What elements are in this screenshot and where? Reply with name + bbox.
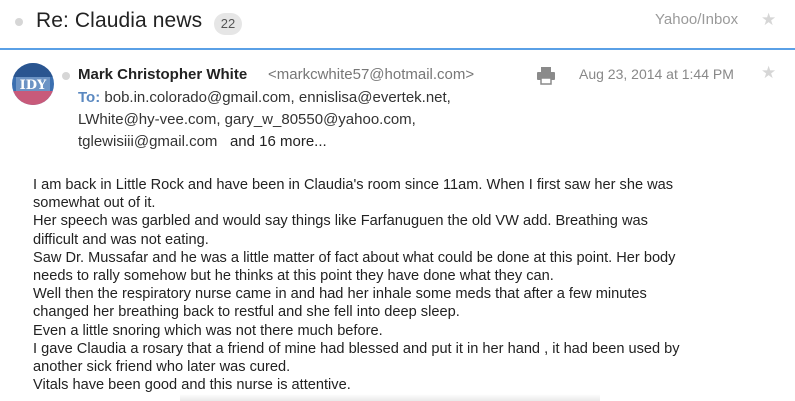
body-line: somewhat out of it.: [33, 195, 156, 212]
body-line: Her speech was garbled and would say thi…: [33, 213, 648, 230]
body-line: Well then the respiratory nurse came in …: [33, 286, 647, 303]
avatar-image: IDY: [12, 63, 54, 105]
body-line: needs to rally somehow but he thinks at …: [33, 268, 554, 285]
sender-name[interactable]: Mark Christopher White: [78, 66, 247, 83]
recipients-row-1: To: bob.in.colorado@gmail.com, ennislisa…: [78, 89, 451, 106]
body-line: Vitals have been good and this nurse is …: [33, 377, 351, 394]
body-line: difficult and was not eating.: [33, 231, 209, 248]
recipients-line-1[interactable]: bob.in.colorado@gmail.com, ennislisa@eve…: [104, 89, 450, 106]
scroll-fade: [180, 394, 600, 401]
recipients-line-3[interactable]: tglewisiii@gmail.com: [78, 133, 217, 150]
header-divider: [0, 48, 795, 50]
to-label: To:: [78, 89, 101, 106]
folder-label[interactable]: Yahoo/Inbox: [655, 11, 738, 28]
body-line: changed her breathing back to restful an…: [33, 304, 460, 321]
unread-dot-icon[interactable]: [62, 72, 70, 80]
sender-email[interactable]: <markcwhite57@hotmail.com>: [268, 66, 474, 83]
body-line: Even a little snoring which was not ther…: [33, 322, 383, 339]
avatar[interactable]: IDY: [12, 63, 54, 105]
star-icon[interactable]: ★: [761, 10, 776, 30]
message-count-badge: 22: [214, 13, 242, 35]
conversation-subject: Re: Claudia news: [36, 9, 203, 32]
body-line: another sick friend who later was cured.: [33, 359, 291, 376]
message-date: Aug 23, 2014 at 1:44 PM: [579, 66, 734, 82]
recipients-row-3: tglewisiii@gmail.com and 16 more...: [78, 133, 327, 150]
svg-text:IDY: IDY: [20, 78, 47, 93]
body-line: Saw Dr. Mussafar and he was a little mat…: [33, 249, 676, 266]
unread-dot-icon[interactable]: [15, 18, 23, 26]
recipients-row-2: LWhite@hy-vee.com, gary_w_80550@yahoo.co…: [78, 111, 416, 128]
more-recipients-link[interactable]: and 16 more...: [230, 133, 327, 150]
printer-icon[interactable]: [536, 66, 556, 90]
body-line: I gave Claudia a rosary that a friend of…: [33, 340, 680, 357]
recipients-line-2[interactable]: LWhite@hy-vee.com, gary_w_80550@yahoo.co…: [78, 111, 416, 128]
star-icon[interactable]: ★: [761, 63, 776, 83]
body-line: I am back in Little Rock and have been i…: [33, 177, 674, 193]
conversation-header: Re: Claudia news 22 Yahoo/Inbox ★: [0, 0, 795, 48]
message-body: I am back in Little Rock and have been i…: [33, 176, 773, 394]
